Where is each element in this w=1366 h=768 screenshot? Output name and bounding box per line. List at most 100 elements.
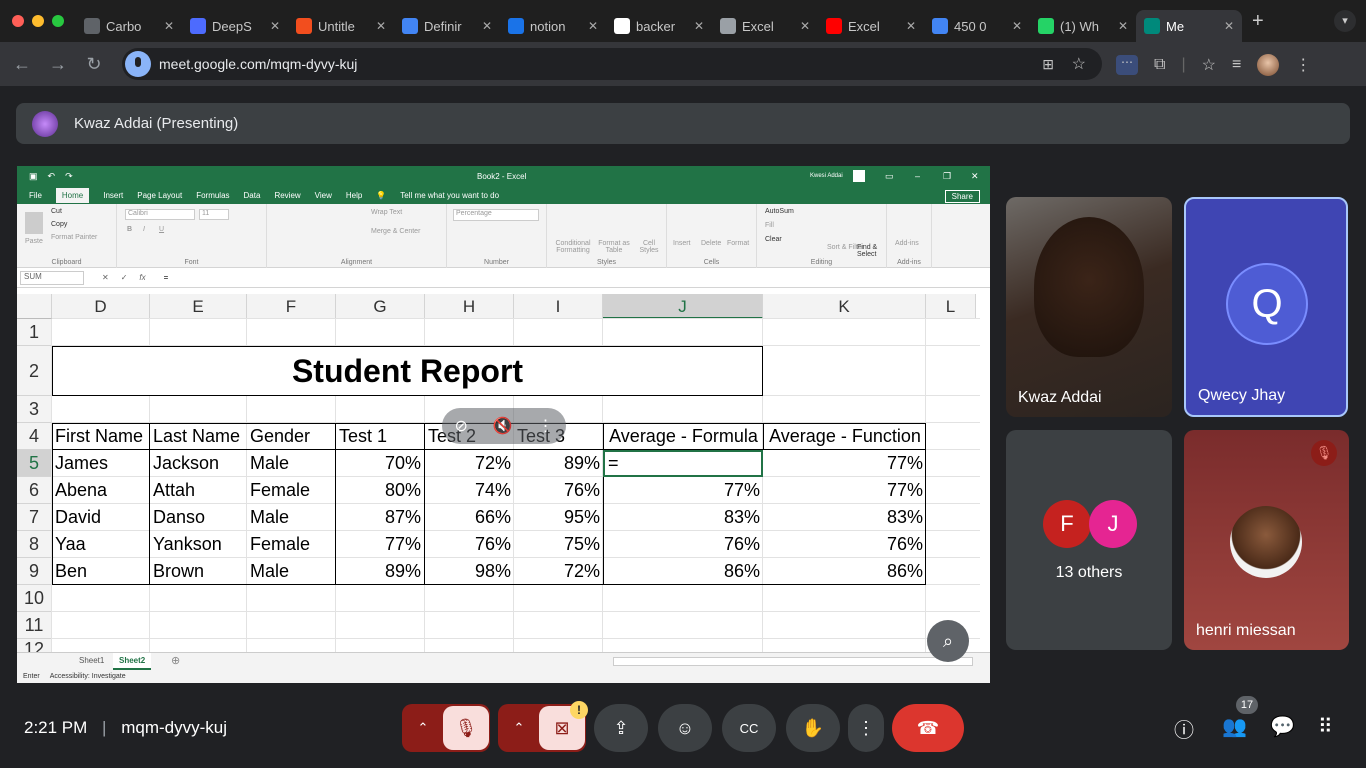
table-cell[interactable]: 80% [336,477,425,504]
table-cell[interactable]: Yankson [150,531,247,558]
number-format-box[interactable]: Percentage [453,209,539,221]
more-options-icon[interactable]: ⋮ [538,416,554,436]
table-cell[interactable]: Attah [150,477,247,504]
table-cell[interactable]: James [52,450,150,477]
row-header[interactable]: 5 [17,450,52,477]
horizontal-scrollbar[interactable] [613,657,973,666]
table-cell[interactable]: 86% [603,558,763,585]
browser-tab[interactable]: Excel ✕ [712,10,818,42]
table-cell[interactable]: 89% [336,558,425,585]
minimize-window-button[interactable] [32,15,44,27]
participant-tile-henri[interactable]: 🎙 henri miessan [1184,430,1349,650]
spreadsheet-grid[interactable]: D E F G H I J K L 1 2 3 4 5 6 7 8 9 10 11 12 Student Report Fi… [17,294,980,652]
sheet-tab-sheet2[interactable]: Sheet2 [113,653,152,670]
table-cell[interactable]: 98% [425,558,514,585]
row-header[interactable]: 8 [17,531,52,558]
participant-tile-qwecy[interactable]: Q Qwecy Jhay [1184,197,1348,417]
table-cell[interactable]: 77% [603,477,763,504]
table-cell[interactable]: 74% [425,477,514,504]
row-header[interactable]: 9 [17,558,52,585]
people-icon[interactable]: 👥 [1222,714,1247,739]
menu-help[interactable]: Help [346,191,362,200]
close-tab-icon[interactable]: ✕ [906,19,916,33]
table-cell[interactable]: 77% [336,531,425,558]
table-cell[interactable]: 76% [763,531,926,558]
insert-cells-button[interactable]: Insert [673,240,691,247]
table-cell[interactable]: 95% [514,504,603,531]
report-title[interactable]: Student Report [52,346,763,396]
insert-function-icon[interactable]: fx [139,273,145,282]
paste-icon[interactable] [25,212,43,234]
row-header[interactable]: 10 [17,585,52,612]
add-sheet-icon[interactable]: ⊕ [171,654,180,667]
close-tab-icon[interactable]: ✕ [1224,19,1234,33]
ribbon-display-icon[interactable]: ▭ [885,171,894,182]
cut-button[interactable]: Cut [51,208,62,215]
row-header[interactable]: 2 [17,346,52,396]
table-cell[interactable]: Abena [52,477,150,504]
leave-call-icon[interactable]: ☎ [892,704,964,752]
sheet-tab-sheet1[interactable]: Sheet1 [79,656,104,665]
fill-button[interactable]: Fill [765,222,774,229]
save-icon[interactable]: ▣ [29,171,38,182]
undo-icon[interactable]: ↶ [48,171,56,182]
table-cell[interactable]: 89% [514,450,603,477]
table-cell[interactable]: 86% [763,558,926,585]
close-tab-icon[interactable]: ✕ [1118,19,1128,33]
excel-restore-icon[interactable]: ❐ [943,171,951,182]
mic-off-icon[interactable]: 🎙 [443,706,489,750]
cancel-formula-icon[interactable]: ✕ [102,273,109,282]
close-window-button[interactable] [12,15,24,27]
autosum-button[interactable]: AutoSum [765,208,794,215]
forward-icon[interactable]: → [40,54,76,75]
browser-tab[interactable]: Me ✕ [1136,10,1242,42]
close-tab-icon[interactable]: ✕ [694,19,704,33]
more-options-icon[interactable]: ⋮ [848,704,884,752]
merge-center-button[interactable]: Merge & Center [371,228,420,235]
column-header[interactable]: J [603,294,763,319]
table-cell[interactable]: 76% [425,531,514,558]
wrap-text-button[interactable]: Wrap Text [371,209,402,216]
column-header[interactable]: F [247,294,336,319]
close-tab-icon[interactable]: ✕ [588,19,598,33]
row-header[interactable]: 4 [17,423,52,450]
underline-button[interactable]: U [159,226,164,233]
close-tab-icon[interactable]: ✕ [482,19,492,33]
activities-icon[interactable]: ⠿ [1318,714,1333,739]
font-size-box[interactable]: 11 [199,209,229,220]
table-cell[interactable]: David [52,504,150,531]
media-control-icon[interactable]: ≡ [1232,56,1241,74]
bookmarks-icon[interactable]: ☆ [1202,55,1216,75]
table-cell[interactable]: Female [247,477,336,504]
bold-button[interactable]: B [127,226,132,233]
menu-formulas[interactable]: Formulas [196,191,229,200]
formula-input[interactable]: = [164,273,169,282]
copy-button[interactable]: Copy [51,221,67,228]
share-button[interactable]: Share [944,190,980,203]
table-cell[interactable]: Male [247,504,336,531]
column-header[interactable]: D [52,294,150,319]
delete-cells-button[interactable]: Delete [701,240,721,247]
translate-icon[interactable]: ⊞ [1042,56,1054,73]
table-cell[interactable]: Male [247,450,336,477]
menu-home[interactable]: Home [55,187,90,203]
mute-presentation-audio-icon[interactable]: 🔇 [493,416,513,436]
browser-tab[interactable]: Carbo ✕ [76,10,182,42]
format-as-table-button[interactable]: Format as Table [597,240,631,254]
table-cell[interactable]: 77% [763,477,926,504]
enter-formula-icon[interactable]: ✓ [121,273,128,282]
active-cell[interactable]: = [603,450,763,477]
menu-view[interactable]: View [315,191,332,200]
back-icon[interactable]: ← [4,54,40,75]
extensions-puzzle-icon[interactable]: ⧉ [1154,56,1165,74]
redo-icon[interactable]: ↷ [65,171,73,182]
participant-tile-others[interactable]: F J 13 others [1006,430,1172,650]
row-header[interactable]: 7 [17,504,52,531]
menu-data[interactable]: Data [244,191,261,200]
format-cells-button[interactable]: Format [727,240,749,247]
header-cell[interactable]: Gender [247,423,336,450]
captions-icon[interactable]: CC [722,704,776,752]
row-header[interactable]: 3 [17,396,52,423]
address-bar[interactable]: meet.google.com/mqm-dyvy-kuj ⊞ ☆ [122,48,1102,80]
column-header[interactable]: G [336,294,425,319]
